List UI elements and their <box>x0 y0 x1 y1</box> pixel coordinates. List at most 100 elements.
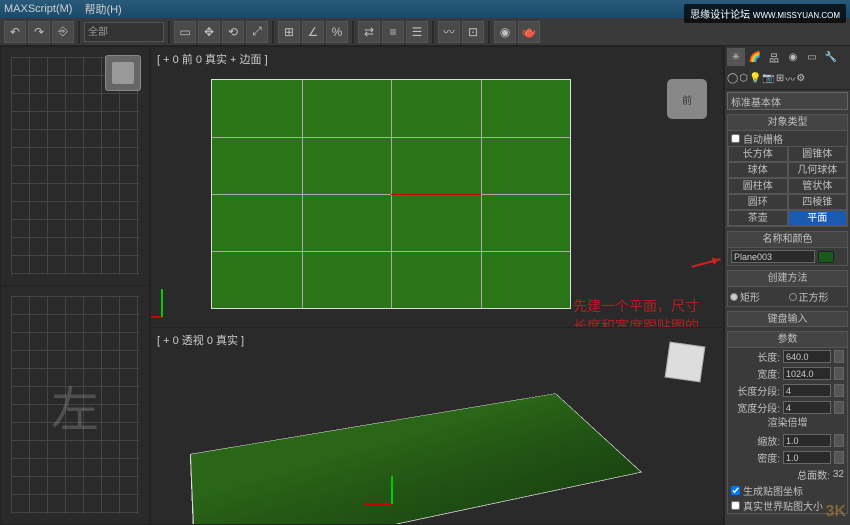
viewport-label: [ + 0 透视 0 真实 ] <box>157 332 244 348</box>
select-icon[interactable]: ▭ <box>174 21 196 43</box>
category-dropdown[interactable]: 标准基本体 <box>727 92 848 110</box>
spinner-icon[interactable] <box>834 434 844 447</box>
name-color-rollout: 名称和颜色 Plane003 <box>727 231 848 266</box>
motion-tab-icon[interactable]: ◉ <box>784 48 802 66</box>
viewport-perspective[interactable]: [ + 0 透视 0 真实 ] <box>151 328 723 524</box>
render-mult-label: 渲染倍增 <box>728 416 847 432</box>
teapot-button[interactable]: 茶壶 <box>728 210 788 226</box>
density-input[interactable]: 1.0 <box>783 451 831 464</box>
lights-icon[interactable]: 💡 <box>749 73 761 84</box>
curve-editor-icon[interactable]: 〰 <box>438 21 460 43</box>
spinner-icon[interactable] <box>834 401 844 414</box>
square-radio[interactable]: 正方形 <box>789 289 846 304</box>
spinner-icon[interactable] <box>834 350 844 363</box>
realworld-checkbox[interactable] <box>731 501 740 510</box>
percent-snap-icon[interactable]: % <box>326 21 348 43</box>
axis-triad-icon <box>391 464 431 504</box>
width-input[interactable]: 1024.0 <box>783 367 831 380</box>
lsegs-input[interactable]: 4 <box>783 384 831 397</box>
viewport-top[interactable] <box>1 47 149 285</box>
length-input[interactable]: 640.0 <box>783 350 831 363</box>
rollout-header[interactable]: 参数 <box>728 332 847 348</box>
arrow-icon <box>691 258 720 268</box>
material-icon[interactable]: ◉ <box>494 21 516 43</box>
realworld-label: 真实世界贴图大小 <box>743 498 823 513</box>
utilities-tab-icon[interactable]: 🔧 <box>822 48 840 66</box>
create-tab-icon[interactable]: ✳ <box>727 48 745 66</box>
shapes-icon[interactable]: ⬡ <box>739 73 748 84</box>
creation-method-rollout: 创建方法 矩形 正方形 <box>727 270 848 307</box>
scale-label: 缩放: <box>731 433 780 448</box>
viewcube-icon[interactable] <box>105 55 141 91</box>
color-swatch[interactable] <box>818 251 834 263</box>
parameters-rollout: 参数 长度:640.0 宽度:1024.0 长度分段:4 宽度分段:4 渲染倍增… <box>727 331 848 514</box>
scale-input[interactable]: 1.0 <box>783 434 831 447</box>
main-area: 左 [ + 0 前 0 真实 + 边面 ] 前 先建一个平面，尺寸长度和宽度跟贴… <box>0 46 850 525</box>
cone-button[interactable]: 圆锥体 <box>788 146 848 162</box>
helpers-icon[interactable]: ⊞ <box>776 73 784 84</box>
cylinder-button[interactable]: 圆柱体 <box>728 178 788 194</box>
viewport-label: [ + 0 前 0 真实 + 边面 ] <box>157 51 268 67</box>
geometry-icon[interactable]: ◯ <box>727 73 738 84</box>
plane-button[interactable]: 平面 <box>788 210 848 226</box>
rollout-header[interactable]: 创建方法 <box>728 271 847 287</box>
schematic-icon[interactable]: ⊡ <box>462 21 484 43</box>
menu-maxscript[interactable]: MAXScript(M) <box>4 3 72 15</box>
center-viewports: [ + 0 前 0 真实 + 边面 ] 前 先建一个平面，尺寸长度和宽度跟贴图的… <box>150 46 724 525</box>
object-name-input[interactable]: Plane003 <box>731 250 815 263</box>
angle-snap-icon[interactable]: ∠ <box>302 21 324 43</box>
geosphere-button[interactable]: 几何球体 <box>788 162 848 178</box>
hierarchy-tab-icon[interactable]: 品 <box>765 48 783 66</box>
sphere-button[interactable]: 球体 <box>728 162 788 178</box>
rotate-icon[interactable]: ⟲ <box>222 21 244 43</box>
move-icon[interactable]: ✥ <box>198 21 220 43</box>
systems-icon[interactable]: ⚙ <box>796 73 805 84</box>
tube-button[interactable]: 管状体 <box>788 178 848 194</box>
command-panel: ✳ 🌈 品 ◉ ▭ 🔧 ◯ ⬡ 💡 📷 ⊞ 〰 ⚙ 标准基本体 对象类型 自动栅… <box>724 46 850 525</box>
redo-icon[interactable]: ↷ <box>28 21 50 43</box>
autogrid-label: 自动栅格 <box>743 131 783 146</box>
display-tab-icon[interactable]: ▭ <box>803 48 821 66</box>
viewcube-front-icon[interactable]: 前 <box>667 79 707 119</box>
rollout-header[interactable]: 名称和颜色 <box>728 232 847 248</box>
watermark-corner: 3K <box>826 503 846 521</box>
spinner-icon[interactable] <box>834 384 844 397</box>
rollout-header[interactable]: 对象类型 <box>728 115 847 131</box>
pyramid-button[interactable]: 四棱锥 <box>788 194 848 210</box>
scale-icon[interactable]: ⤢ <box>246 21 268 43</box>
viewport-front[interactable]: [ + 0 前 0 真实 + 边面 ] 前 先建一个平面，尺寸长度和宽度跟贴图的… <box>151 47 723 327</box>
lsegs-label: 长度分段: <box>731 383 780 398</box>
gen-coords-checkbox[interactable] <box>731 486 740 495</box>
viewport-left-label: 左 <box>51 370 99 440</box>
layers-icon[interactable]: ☰ <box>406 21 428 43</box>
box-button[interactable]: 长方体 <box>728 146 788 162</box>
link-icon[interactable]: ⎆ <box>52 21 74 43</box>
viewport-left[interactable]: 左 <box>1 286 149 524</box>
rect-radio[interactable]: 矩形 <box>730 289 787 304</box>
faces-label: 总面数: <box>731 467 830 482</box>
axis-triad-icon <box>161 277 201 317</box>
x-axis-icon <box>391 194 481 195</box>
cameras-icon[interactable]: 📷 <box>762 73 774 84</box>
render-setup-icon[interactable]: 🫖 <box>518 21 540 43</box>
object-type-rollout: 对象类型 自动栅格 长方体圆锥体 球体几何球体 圆柱体管状体 圆环四棱锥 茶壶平… <box>727 114 848 227</box>
viewcube-persp-icon[interactable] <box>663 340 707 384</box>
faces-value: 32 <box>833 469 844 480</box>
spacewarps-icon[interactable]: 〰 <box>785 71 795 86</box>
plane-object-persp[interactable] <box>190 393 642 524</box>
modify-tab-icon[interactable]: 🌈 <box>746 48 764 66</box>
snap-icon[interactable]: ⊞ <box>278 21 300 43</box>
align-icon[interactable]: ≡ <box>382 21 404 43</box>
undo-icon[interactable]: ↶ <box>4 21 26 43</box>
autogrid-checkbox[interactable] <box>731 134 740 143</box>
wsegs-input[interactable]: 4 <box>783 401 831 414</box>
plane-object[interactable] <box>211 79 571 309</box>
menu-help[interactable]: 帮助(H) <box>84 1 121 17</box>
spinner-icon[interactable] <box>834 367 844 380</box>
torus-button[interactable]: 圆环 <box>728 194 788 210</box>
selection-filter-dropdown[interactable]: 全部 <box>84 22 164 42</box>
density-label: 密度: <box>731 450 780 465</box>
keyboard-rollout-header[interactable]: 键盘输入 <box>727 311 848 327</box>
spinner-icon[interactable] <box>834 451 844 464</box>
mirror-icon[interactable]: ⇄ <box>358 21 380 43</box>
